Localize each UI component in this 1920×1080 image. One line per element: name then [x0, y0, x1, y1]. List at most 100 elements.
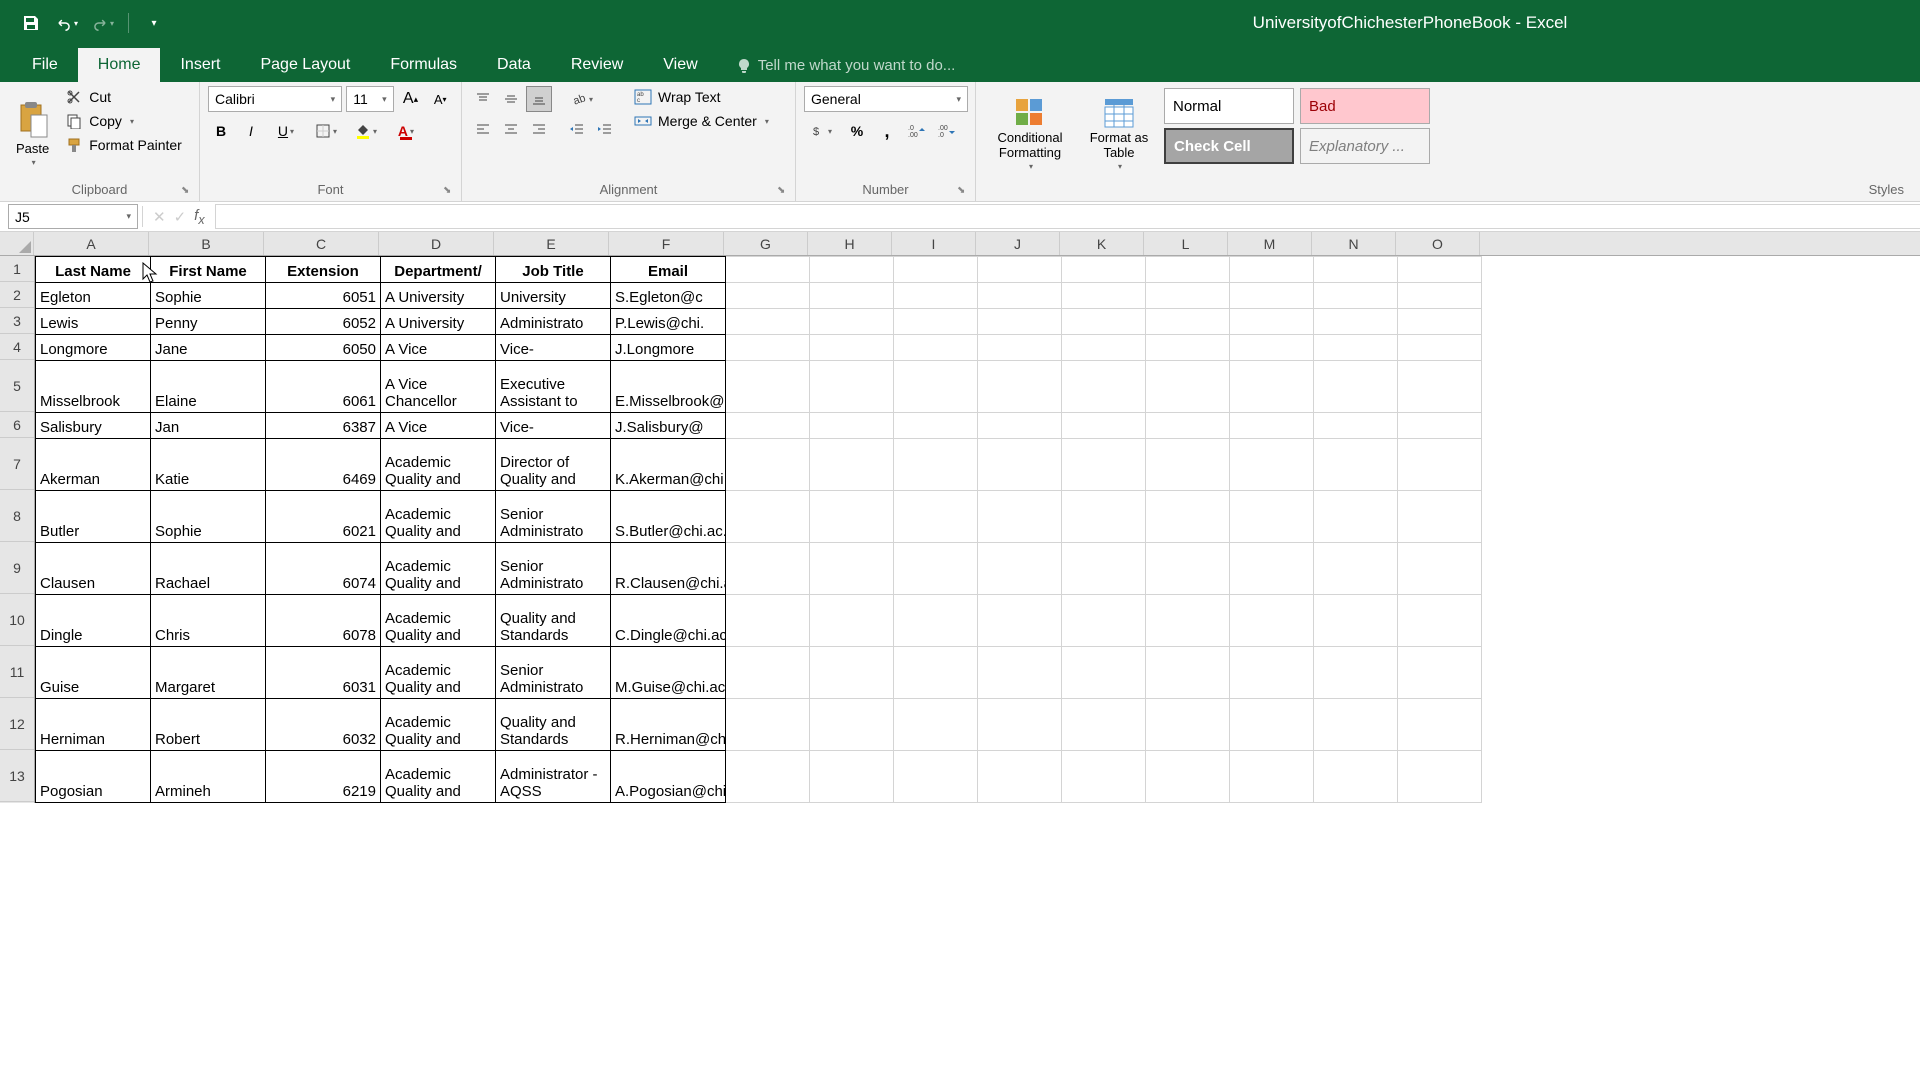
cell[interactable]: Longmore [36, 335, 151, 361]
row-header[interactable]: 13 [0, 750, 34, 802]
cell[interactable] [810, 361, 894, 413]
decrease-decimal-button[interactable]: .00.0 [934, 118, 960, 144]
cell[interactable] [810, 543, 894, 595]
format-painter-button[interactable]: Format Painter [61, 134, 186, 156]
cell[interactable]: 6032 [266, 699, 381, 751]
cell[interactable] [1146, 751, 1230, 803]
select-all-button[interactable] [0, 232, 34, 255]
cell[interactable] [894, 647, 978, 699]
tab-home[interactable]: Home [78, 48, 161, 82]
cell[interactable]: A.Pogosian@chi.ac.uk [611, 751, 726, 803]
cell[interactable] [1062, 751, 1146, 803]
cell[interactable] [1230, 647, 1314, 699]
font-dialog-launcher[interactable]: ⬊ [443, 185, 457, 199]
font-color-button[interactable]: A ▾ [388, 118, 424, 144]
cell[interactable] [978, 543, 1062, 595]
cell[interactable]: Dingle [36, 595, 151, 647]
cell[interactable] [1062, 413, 1146, 439]
cell[interactable] [810, 595, 894, 647]
cell[interactable]: K.Akerman@chi.ac.uk [611, 439, 726, 491]
row-header[interactable]: 2 [0, 282, 34, 308]
cell[interactable]: Academic Quality and [381, 543, 496, 595]
cell[interactable] [1398, 595, 1482, 647]
cell[interactable]: Armineh [151, 751, 266, 803]
cell[interactable]: Director of Quality and [496, 439, 611, 491]
cell[interactable] [894, 361, 978, 413]
underline-button[interactable]: U▾ [268, 118, 304, 144]
increase-decimal-button[interactable]: .0.00 [904, 118, 930, 144]
cell[interactable] [726, 257, 810, 283]
row-header[interactable]: 10 [0, 594, 34, 646]
cell[interactable] [978, 283, 1062, 309]
cell[interactable]: S.Butler@chi.ac.uk [611, 491, 726, 543]
column-header[interactable]: B [149, 232, 264, 255]
tab-formulas[interactable]: Formulas [370, 48, 477, 82]
cell[interactable]: Jane [151, 335, 266, 361]
tab-page-layout[interactable]: Page Layout [240, 48, 370, 82]
cell[interactable] [1398, 491, 1482, 543]
paste-button[interactable]: Paste ▾ [8, 86, 57, 182]
cell[interactable] [1062, 335, 1146, 361]
column-header[interactable]: N [1312, 232, 1396, 255]
cell[interactable] [1062, 439, 1146, 491]
cell[interactable]: Guise [36, 647, 151, 699]
cell[interactable]: E.Misselbrook@chi.ac.uk [611, 361, 726, 413]
cell[interactable] [1314, 283, 1398, 309]
cell[interactable] [978, 647, 1062, 699]
align-right-button[interactable] [526, 116, 552, 142]
clipboard-dialog-launcher[interactable]: ⬊ [181, 185, 195, 199]
alignment-dialog-launcher[interactable]: ⬊ [777, 185, 791, 199]
cell[interactable]: Senior Administrato [496, 647, 611, 699]
row-header[interactable]: 1 [0, 256, 34, 282]
cell[interactable] [1314, 647, 1398, 699]
cell[interactable] [726, 361, 810, 413]
cell[interactable] [1398, 257, 1482, 283]
cell[interactable]: Senior Administrato [496, 491, 611, 543]
cell[interactable]: Robert [151, 699, 266, 751]
cell[interactable] [978, 751, 1062, 803]
cell[interactable] [1062, 491, 1146, 543]
cell[interactable] [810, 647, 894, 699]
cell[interactable] [894, 309, 978, 335]
cell[interactable] [1398, 361, 1482, 413]
tab-review[interactable]: Review [551, 48, 643, 82]
cell[interactable] [1062, 543, 1146, 595]
cell[interactable] [894, 751, 978, 803]
cell[interactable] [1314, 543, 1398, 595]
italic-button[interactable]: I [238, 118, 264, 144]
cell[interactable]: Academic Quality and [381, 439, 496, 491]
cell[interactable]: 6031 [266, 647, 381, 699]
save-icon[interactable] [20, 12, 42, 34]
cell[interactable] [1062, 309, 1146, 335]
align-bottom-button[interactable] [526, 86, 552, 112]
cell[interactable]: Executive Assistant to [496, 361, 611, 413]
column-header[interactable]: M [1228, 232, 1312, 255]
cell[interactable] [1230, 335, 1314, 361]
cell[interactable] [1314, 361, 1398, 413]
cell[interactable] [1230, 309, 1314, 335]
cell[interactable]: M.Guise@chi.ac.uk [611, 647, 726, 699]
cell[interactable]: Akerman [36, 439, 151, 491]
number-dialog-launcher[interactable]: ⬊ [957, 185, 971, 199]
cell[interactable]: A University [381, 309, 496, 335]
cell[interactable]: Katie [151, 439, 266, 491]
format-as-table-button[interactable]: Format as Table▾ [1080, 86, 1158, 182]
cell[interactable]: Sophie [151, 491, 266, 543]
style-bad[interactable]: Bad [1300, 88, 1430, 124]
cell[interactable]: R.Herniman@chi.ac.uk [611, 699, 726, 751]
row-header[interactable]: 3 [0, 308, 34, 334]
cut-button[interactable]: Cut [61, 86, 186, 108]
cell[interactable] [1398, 543, 1482, 595]
cell[interactable] [1230, 699, 1314, 751]
cell[interactable]: Jan [151, 413, 266, 439]
column-header[interactable]: E [494, 232, 609, 255]
increase-indent-button[interactable] [592, 116, 618, 142]
cell[interactable]: 6050 [266, 335, 381, 361]
cell[interactable] [1146, 335, 1230, 361]
cell[interactable]: Herniman [36, 699, 151, 751]
cell[interactable] [726, 595, 810, 647]
cell[interactable] [1062, 361, 1146, 413]
cell[interactable]: Vice- [496, 335, 611, 361]
cell[interactable] [810, 699, 894, 751]
cell[interactable] [1314, 309, 1398, 335]
